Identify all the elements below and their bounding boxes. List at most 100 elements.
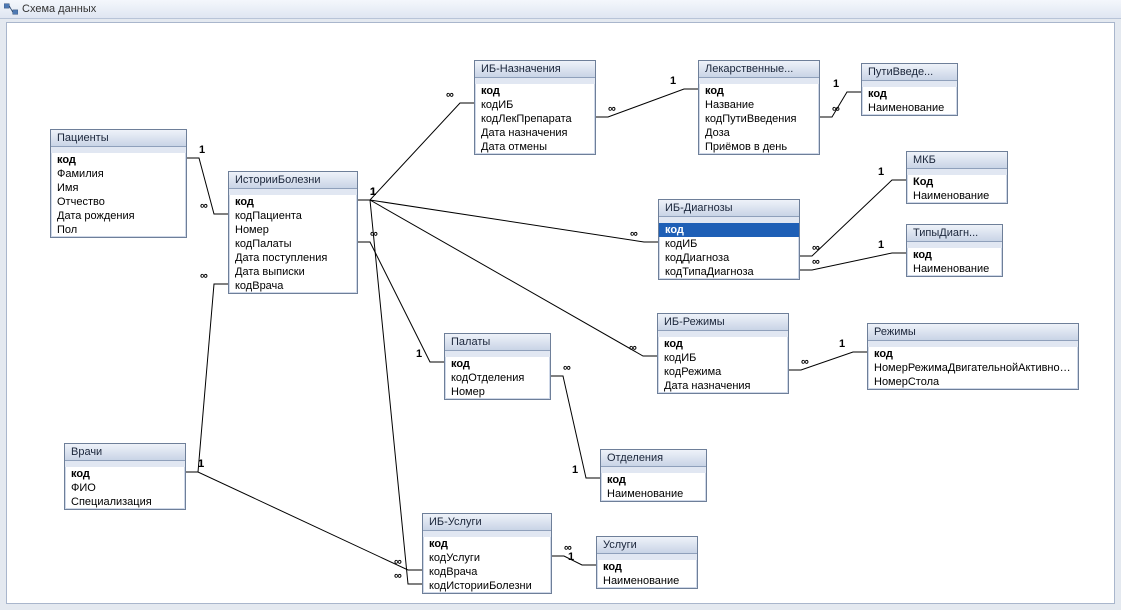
- entity-drugs[interactable]: Лекарственные...кодНазваниекодПутиВведен…: [698, 60, 820, 155]
- entity-field[interactable]: код: [907, 248, 1002, 262]
- entity-field[interactable]: Дата назначения: [475, 126, 595, 140]
- entity-field[interactable]: кодИБ: [475, 98, 595, 112]
- entity-field[interactable]: Номер: [445, 385, 550, 399]
- entity-field[interactable]: код: [65, 467, 185, 481]
- cardinality-one: 1: [198, 458, 204, 470]
- entity-field[interactable]: код: [475, 84, 595, 98]
- entity-field[interactable]: Название: [699, 98, 819, 112]
- entity-title[interactable]: ПутиВведе...: [862, 64, 957, 81]
- entity-history[interactable]: ИсторииБолезникодкодПациентаНомеркодПала…: [228, 171, 358, 294]
- entity-title[interactable]: ИБ-Назначения: [475, 61, 595, 78]
- entity-field[interactable]: кодУслуги: [423, 551, 551, 565]
- entity-field-list: кодНаименование: [597, 554, 697, 588]
- entity-patients[interactable]: ПациентыкодФамилияИмяОтчествоДата рожден…: [50, 129, 187, 238]
- entity-field[interactable]: Наименование: [862, 101, 957, 115]
- entity-title[interactable]: Врачи: [65, 444, 185, 461]
- entity-field[interactable]: Пол: [51, 223, 186, 237]
- entity-field[interactable]: код: [229, 195, 357, 209]
- entity-field[interactable]: код: [868, 347, 1078, 361]
- entity-field[interactable]: Специализация: [65, 495, 185, 509]
- entity-modes[interactable]: РежимыкодНомерРежимаДвигательнойАктивнос…: [867, 323, 1079, 390]
- entity-field[interactable]: Дата выписки: [229, 265, 357, 279]
- cardinality-many: ∞: [832, 103, 840, 115]
- entity-title[interactable]: Услуги: [597, 537, 697, 554]
- cardinality-many: ∞: [394, 570, 402, 582]
- entity-field[interactable]: НомерРежимаДвигательнойАктивности: [868, 361, 1078, 375]
- entity-field[interactable]: кодОтделения: [445, 371, 550, 385]
- entity-title[interactable]: Пациенты: [51, 130, 186, 147]
- entity-title[interactable]: ТипыДиагн...: [907, 225, 1002, 242]
- entity-title[interactable]: ИБ-Услуги: [423, 514, 551, 531]
- entity-field[interactable]: код: [658, 337, 788, 351]
- cardinality-many: ∞: [629, 342, 637, 354]
- entity-field-list: кодНаименование: [862, 81, 957, 115]
- entity-title[interactable]: Палаты: [445, 334, 550, 351]
- entity-field[interactable]: кодДиагноза: [659, 251, 799, 265]
- entity-field[interactable]: код: [445, 357, 550, 371]
- entity-field-list: кодНазваниекодПутиВведенияДозаПриёмов в …: [699, 78, 819, 154]
- entity-field[interactable]: кодРежима: [658, 365, 788, 379]
- entity-doctors[interactable]: Врачи кодФИОСпециализация: [64, 443, 186, 510]
- entity-field[interactable]: код: [699, 84, 819, 98]
- window-titlebar[interactable]: Схема данных: [0, 0, 1121, 19]
- entity-field[interactable]: Дата назначения: [658, 379, 788, 393]
- entity-departments[interactable]: Отделения кодНаименование: [600, 449, 707, 502]
- entity-field[interactable]: код: [601, 473, 706, 487]
- entity-field[interactable]: кодИБ: [658, 351, 788, 365]
- entity-field-list: кодНомерРежимаДвигательнойАктивностиНоме…: [868, 341, 1078, 389]
- cardinality-many: ∞: [564, 542, 572, 554]
- entity-ib_modes[interactable]: ИБ-РежимыкодкодИБкодРежимаДата назначени…: [657, 313, 789, 394]
- entity-field[interactable]: код: [423, 537, 551, 551]
- entity-field[interactable]: кодВрача: [229, 279, 357, 293]
- entity-routes[interactable]: ПутиВведе...кодНаименование: [861, 63, 958, 116]
- entity-title[interactable]: МКБ: [907, 152, 1007, 169]
- entity-field[interactable]: код: [51, 153, 186, 167]
- entity-mkb[interactable]: МКБ КодНаименование: [906, 151, 1008, 204]
- cardinality-many: ∞: [812, 242, 820, 254]
- entity-field[interactable]: кодЛекПрепарата: [475, 112, 595, 126]
- entity-field[interactable]: Фамилия: [51, 167, 186, 181]
- entity-field[interactable]: Номер: [229, 223, 357, 237]
- entity-field[interactable]: Имя: [51, 181, 186, 195]
- entity-field[interactable]: Отчество: [51, 195, 186, 209]
- entity-field[interactable]: Наименование: [907, 262, 1002, 276]
- entity-field[interactable]: кодИсторииБолезни: [423, 579, 551, 593]
- entity-field[interactable]: кодТипаДиагноза: [659, 265, 799, 279]
- entity-field[interactable]: Доза: [699, 126, 819, 140]
- entity-diag_types[interactable]: ТипыДиагн... кодНаименование: [906, 224, 1003, 277]
- entity-title[interactable]: ИБ-Режимы: [658, 314, 788, 331]
- entity-field[interactable]: кодИБ: [659, 237, 799, 251]
- entity-title[interactable]: Режимы: [868, 324, 1078, 341]
- entity-field[interactable]: Наименование: [601, 487, 706, 501]
- entity-title[interactable]: ИсторииБолезни: [229, 172, 357, 189]
- entity-field[interactable]: код: [862, 87, 957, 101]
- entity-field-list: кодкодИБкодРежимаДата назначения: [658, 331, 788, 393]
- entity-field[interactable]: Дата поступления: [229, 251, 357, 265]
- diagram-canvas[interactable]: ПациентыкодФамилияИмяОтчествоДата рожден…: [6, 22, 1115, 604]
- entity-wards[interactable]: Палаты кодкодОтделенияНомер: [444, 333, 551, 400]
- entity-field[interactable]: Код: [907, 175, 1007, 189]
- entity-field[interactable]: Дата рождения: [51, 209, 186, 223]
- entity-ib_services[interactable]: ИБ-Услуги кодкодУслугикодВрачакодИсторииБ…: [422, 513, 552, 594]
- entity-field[interactable]: Дата отмены: [475, 140, 595, 154]
- entity-field-list: кодкодПациентаНомеркодПалатыДата поступл…: [229, 189, 357, 293]
- cardinality-many: ∞: [370, 228, 378, 240]
- entity-title[interactable]: Лекарственные...: [699, 61, 819, 78]
- entity-field[interactable]: ФИО: [65, 481, 185, 495]
- entity-ib_diag[interactable]: ИБ-Диагнозы кодкодИБкодДиагнозакодТипаДиа…: [658, 199, 800, 280]
- entity-field[interactable]: Приёмов в день: [699, 140, 819, 154]
- entity-title[interactable]: ИБ-Диагнозы: [659, 200, 799, 217]
- entity-field[interactable]: кодПутиВведения: [699, 112, 819, 126]
- entity-services[interactable]: УслугикодНаименование: [596, 536, 698, 589]
- entity-field[interactable]: кодВрача: [423, 565, 551, 579]
- entity-field[interactable]: Наименование: [907, 189, 1007, 203]
- entity-ib_nazn[interactable]: ИБ-НазначениякодкодИБкодЛекПрепаратаДата…: [474, 60, 596, 155]
- entity-field[interactable]: код: [597, 560, 697, 574]
- entity-field[interactable]: Наименование: [597, 574, 697, 588]
- entity-title[interactable]: Отделения: [601, 450, 706, 467]
- entity-field[interactable]: кодПациента: [229, 209, 357, 223]
- entity-field-list: кодФамилияИмяОтчествоДата рожденияПол: [51, 147, 186, 237]
- entity-field[interactable]: кодПалаты: [229, 237, 357, 251]
- entity-field[interactable]: код: [659, 223, 799, 237]
- entity-field[interactable]: НомерСтола: [868, 375, 1078, 389]
